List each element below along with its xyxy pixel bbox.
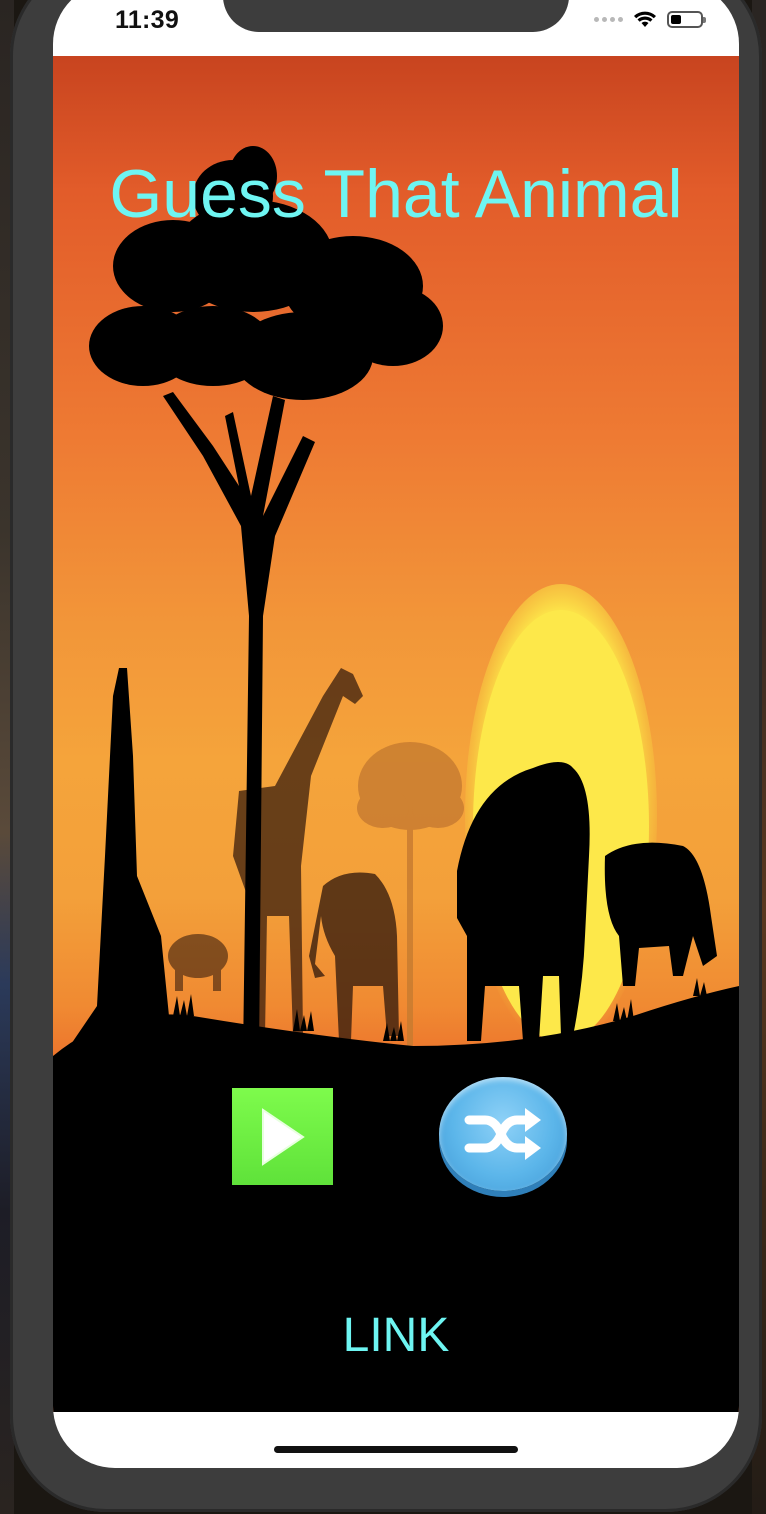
status-time: 11:39 — [115, 6, 180, 34]
wifi-icon — [634, 11, 656, 27]
phone-screen: 11:39 Guess That Animal LINK — [53, 0, 739, 1468]
small-elephant-silhouette — [168, 934, 228, 991]
play-button[interactable] — [232, 1088, 333, 1185]
phone-notch — [223, 0, 569, 32]
savanna-background — [53, 146, 739, 1412]
status-icons — [594, 10, 706, 28]
shuffle-icon — [464, 1108, 541, 1160]
shuffle-button[interactable] — [439, 1077, 567, 1191]
rhino-silhouette — [604, 842, 717, 986]
battery-level — [671, 14, 681, 24]
app-title: Guess That Animal — [109, 156, 683, 232]
play-icon — [261, 1107, 305, 1166]
elephant-silhouette — [309, 872, 399, 1041]
phone-frame: 11:39 Guess That Animal LINK — [10, 0, 762, 1512]
home-indicator[interactable] — [274, 1446, 518, 1453]
battery-icon — [667, 10, 706, 28]
rock-silhouette — [63, 668, 175, 1056]
link-button[interactable]: LINK — [53, 1308, 739, 1363]
cellular-dots-icon — [594, 16, 623, 22]
app-main: Guess That Animal LINK — [53, 56, 739, 1412]
